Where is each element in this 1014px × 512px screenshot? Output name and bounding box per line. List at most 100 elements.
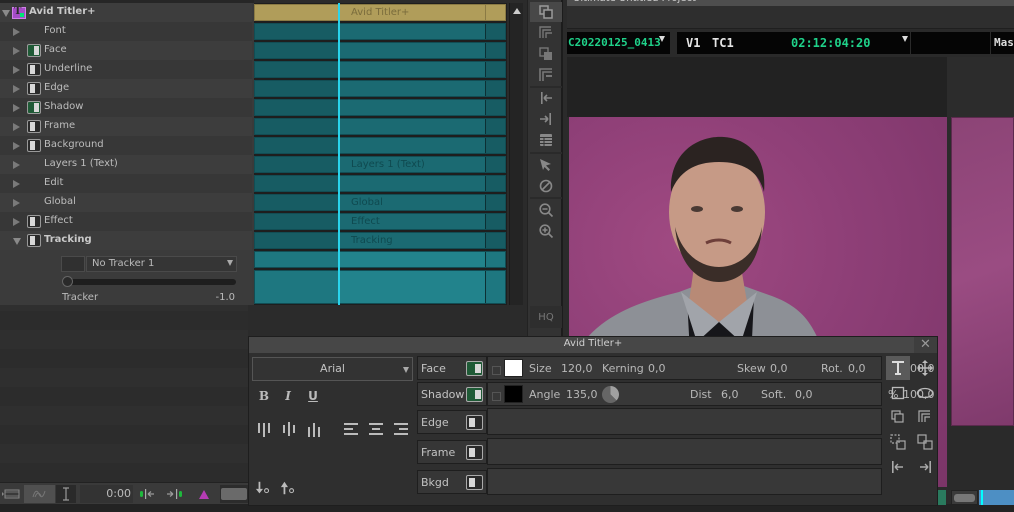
tracker-slider-handle[interactable] bbox=[62, 276, 73, 287]
frame-toggle[interactable] bbox=[466, 445, 483, 460]
group-button[interactable] bbox=[886, 430, 910, 454]
add-marker-button[interactable] bbox=[196, 485, 212, 503]
expand-triangle-icon[interactable] bbox=[13, 104, 20, 112]
timeline-track-row[interactable] bbox=[254, 99, 506, 116]
face-keyframe-checkbox[interactable] bbox=[492, 366, 501, 375]
source-preview-frame[interactable] bbox=[951, 117, 1014, 426]
param-row[interactable]: Layers 1 (Text) bbox=[0, 155, 252, 174]
timeline-track-row[interactable] bbox=[254, 118, 506, 135]
zoom-in-button[interactable] bbox=[530, 221, 562, 241]
scroll-up-icon[interactable] bbox=[513, 8, 521, 14]
copy-layer-button[interactable] bbox=[530, 44, 562, 64]
clip-name-display[interactable]: C20220125_0413 bbox=[567, 32, 670, 54]
timeline-track-row[interactable] bbox=[254, 251, 506, 268]
param-row[interactable]: Font bbox=[0, 22, 252, 41]
expand-triangle-icon[interactable] bbox=[13, 180, 20, 188]
timecode-display-main[interactable]: V1 TC1 02:12:04:20 bbox=[677, 32, 910, 54]
tracker-slider[interactable] bbox=[62, 279, 236, 285]
tracker-value[interactable]: -1.0 bbox=[200, 292, 235, 303]
collapse-triangle-icon[interactable] bbox=[13, 238, 21, 245]
underline-button[interactable]: U bbox=[305, 388, 321, 404]
param-row[interactable]: Edit bbox=[0, 174, 252, 193]
face-toggle[interactable] bbox=[466, 361, 483, 376]
param-row-titler[interactable]: Avid Titler+ bbox=[0, 3, 252, 22]
mark-out-button[interactable] bbox=[164, 485, 186, 503]
timeline-playhead[interactable] bbox=[338, 3, 340, 305]
paste-layer-button[interactable] bbox=[530, 65, 562, 85]
last-layer-button[interactable] bbox=[913, 455, 937, 479]
disable-button[interactable] bbox=[530, 176, 562, 196]
timeline-scrollbar[interactable] bbox=[509, 3, 523, 305]
rectangle-tool-button[interactable] bbox=[886, 381, 910, 405]
promote-layers-button[interactable] bbox=[530, 2, 562, 22]
expand-triangle-icon[interactable] bbox=[13, 85, 20, 93]
ungroup-button[interactable] bbox=[913, 430, 937, 454]
text-cursor-button[interactable] bbox=[56, 485, 76, 503]
shadow-color-swatch[interactable] bbox=[504, 385, 523, 403]
param-row[interactable]: Effect bbox=[0, 212, 252, 231]
skew-value[interactable]: 0,0 bbox=[770, 362, 788, 375]
step-layers-button[interactable] bbox=[530, 23, 562, 43]
italic-button[interactable]: I bbox=[280, 388, 296, 404]
grid-view-button[interactable] bbox=[530, 130, 562, 150]
timeline-track-row[interactable] bbox=[254, 137, 506, 154]
titler-title-bar[interactable]: Avid Titler+ ✕ bbox=[249, 337, 937, 353]
timeline-header-row[interactable]: Avid Titler+ bbox=[254, 4, 506, 21]
stack-layers-button[interactable] bbox=[913, 405, 937, 429]
enable-toggle[interactable] bbox=[27, 101, 41, 114]
close-button[interactable]: ✕ bbox=[914, 337, 937, 353]
select-tool-button[interactable] bbox=[530, 155, 562, 175]
send-backward-button[interactable] bbox=[255, 480, 273, 496]
enable-toggle[interactable] bbox=[27, 63, 41, 76]
timeline-track-row[interactable]: Global bbox=[254, 194, 506, 211]
expand-triangle-icon[interactable] bbox=[13, 28, 20, 36]
expand-triangle-icon[interactable] bbox=[13, 123, 20, 131]
enable-toggle[interactable] bbox=[27, 82, 41, 95]
jog-shuttle[interactable] bbox=[951, 490, 978, 505]
text-tool-button[interactable] bbox=[886, 356, 910, 380]
timecode-display[interactable]: 0:00 bbox=[80, 485, 133, 503]
rotation-value[interactable]: 0,0 bbox=[848, 362, 866, 375]
kerning-value[interactable]: 0,0 bbox=[648, 362, 666, 375]
hq-button[interactable]: HQ bbox=[530, 306, 562, 328]
expand-triangle-icon[interactable] bbox=[13, 142, 20, 150]
move-tool-button[interactable] bbox=[913, 356, 937, 380]
master-display[interactable]: Mas bbox=[991, 32, 1014, 54]
timeline-track-row[interactable]: Effect bbox=[254, 213, 506, 230]
zoom-slider-thumb[interactable] bbox=[221, 488, 247, 500]
timeline-track-row[interactable] bbox=[254, 42, 506, 59]
timeline-track-row[interactable]: Tracking bbox=[254, 232, 506, 249]
expand-triangle-icon[interactable] bbox=[13, 161, 20, 169]
softness-value[interactable]: 0,0 bbox=[795, 388, 813, 401]
enable-toggle[interactable] bbox=[27, 234, 41, 247]
expand-triangle-icon[interactable] bbox=[13, 218, 20, 226]
param-row[interactable]: Background bbox=[0, 136, 252, 155]
bkgd-toggle[interactable] bbox=[466, 475, 483, 490]
go-to-start-button[interactable] bbox=[530, 88, 562, 108]
distance-value[interactable]: 6,0 bbox=[721, 388, 739, 401]
param-row[interactable]: Underline bbox=[0, 60, 252, 79]
angle-value[interactable]: 135,0 bbox=[566, 388, 598, 401]
param-row[interactable]: Global bbox=[0, 193, 252, 212]
shadow-toggle[interactable] bbox=[466, 387, 483, 402]
enable-toggle[interactable] bbox=[27, 120, 41, 133]
edge-toggle[interactable] bbox=[466, 415, 483, 430]
align-center-button[interactable] bbox=[368, 421, 384, 437]
align-bottom-button[interactable] bbox=[306, 421, 322, 437]
timeline-track-row[interactable] bbox=[254, 61, 506, 78]
enable-toggle[interactable] bbox=[27, 215, 41, 228]
duplicate-layer-button[interactable] bbox=[886, 405, 910, 429]
param-row[interactable]: Frame bbox=[0, 117, 252, 136]
go-to-end-button[interactable] bbox=[530, 109, 562, 129]
size-value[interactable]: 120,0 bbox=[561, 362, 593, 375]
timeline-track-row[interactable] bbox=[254, 80, 506, 97]
expand-triangle-icon[interactable] bbox=[13, 199, 20, 207]
align-right-button[interactable] bbox=[393, 421, 409, 437]
face-color-swatch[interactable] bbox=[504, 359, 523, 377]
filmstrip-button[interactable] bbox=[0, 485, 22, 503]
enable-toggle[interactable] bbox=[27, 44, 41, 57]
param-row[interactable]: Edge bbox=[0, 79, 252, 98]
align-top-button[interactable] bbox=[256, 421, 272, 437]
ellipse-tool-button[interactable] bbox=[913, 381, 937, 405]
param-row[interactable]: Tracking bbox=[0, 231, 252, 250]
